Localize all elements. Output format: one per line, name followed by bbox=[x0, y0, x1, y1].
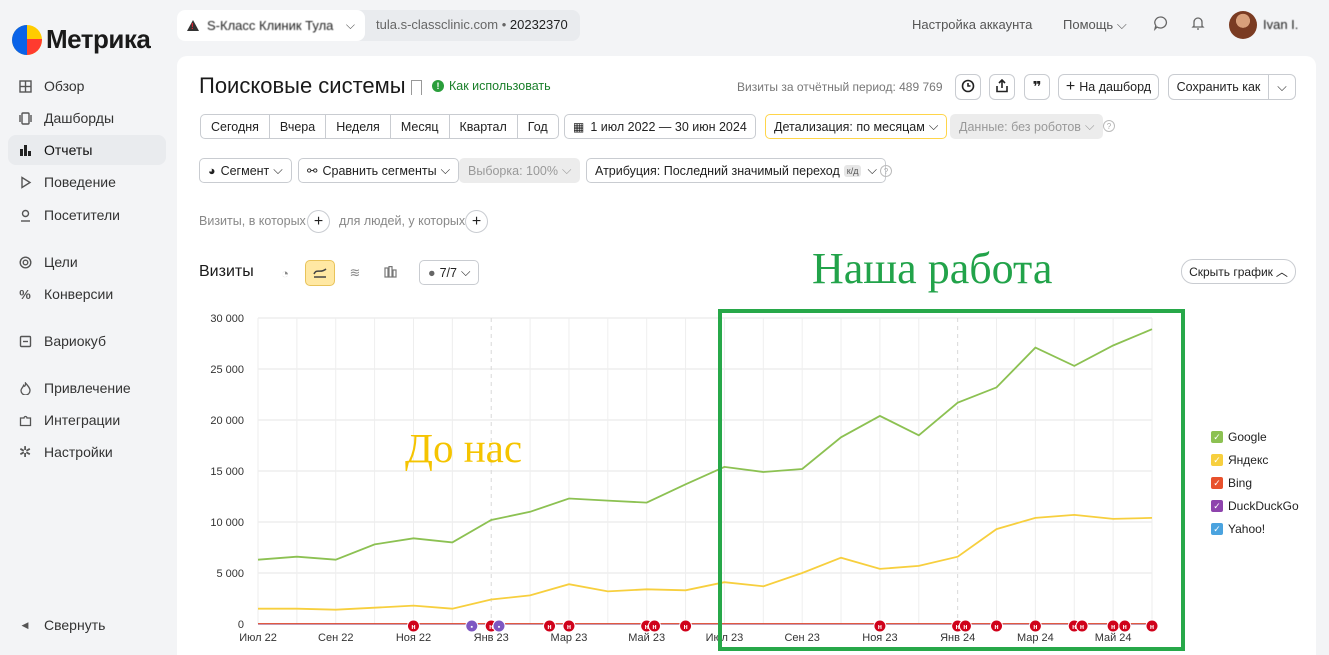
y-tick-label: 0 bbox=[238, 619, 244, 631]
legend-item-google[interactable]: ✓ Google bbox=[1211, 430, 1267, 444]
y-tick-label: 15 000 bbox=[210, 466, 244, 478]
annotation-our-work: Наша работа bbox=[812, 244, 1053, 293]
y-tick-label: 25 000 bbox=[210, 364, 244, 376]
x-tick-label: Янв 23 bbox=[474, 632, 509, 644]
x-tick-label: Ноя 22 bbox=[396, 632, 431, 644]
x-tick-label: Сен 22 bbox=[318, 632, 353, 644]
y-tick-label: 10 000 bbox=[210, 517, 244, 529]
x-tick-label: Май 23 bbox=[628, 632, 665, 644]
checkbox-icon: ✓ bbox=[1211, 523, 1223, 535]
legend-label: DuckDuckGo bbox=[1228, 499, 1299, 513]
event-marker-letter: н bbox=[683, 624, 687, 631]
checkbox-icon: ✓ bbox=[1211, 431, 1223, 443]
our-work-highlight-box bbox=[718, 309, 1185, 651]
checkbox-icon: ✓ bbox=[1211, 477, 1223, 489]
legend-item-yahoo[interactable]: ✓ Yahoo! bbox=[1211, 522, 1265, 536]
legend-label: Bing bbox=[1228, 476, 1253, 490]
legend-label: Яндекс bbox=[1228, 453, 1269, 467]
legend-label: Google bbox=[1228, 430, 1267, 444]
x-tick-label: Мар 23 bbox=[551, 632, 588, 644]
legend-item-yandex[interactable]: ✓ Яндекс bbox=[1211, 453, 1268, 467]
event-marker-letter: н bbox=[547, 624, 551, 631]
legend-item-bing[interactable]: ✓ Bing bbox=[1211, 476, 1252, 490]
event-marker-letter: н bbox=[411, 624, 415, 631]
y-tick-label: 5 000 bbox=[216, 568, 244, 580]
legend-label: Yahoo! bbox=[1228, 522, 1266, 536]
x-tick-label: Июл 22 bbox=[239, 632, 277, 644]
annotation-before-us: До нас bbox=[405, 425, 523, 471]
checkbox-icon: ✓ bbox=[1211, 500, 1223, 512]
y-axis-ticks: 0 5 000 10 000 15 000 20 000 25 000 30 000 bbox=[210, 313, 244, 631]
event-marker-letter: н bbox=[652, 624, 656, 631]
y-tick-label: 30 000 bbox=[210, 313, 244, 325]
y-tick-label: 20 000 bbox=[210, 415, 244, 427]
event-marker-letter: н bbox=[567, 624, 571, 631]
checkbox-icon: ✓ bbox=[1211, 454, 1223, 466]
legend-item-duckduckgo[interactable]: ✓ DuckDuckGo bbox=[1211, 499, 1299, 513]
